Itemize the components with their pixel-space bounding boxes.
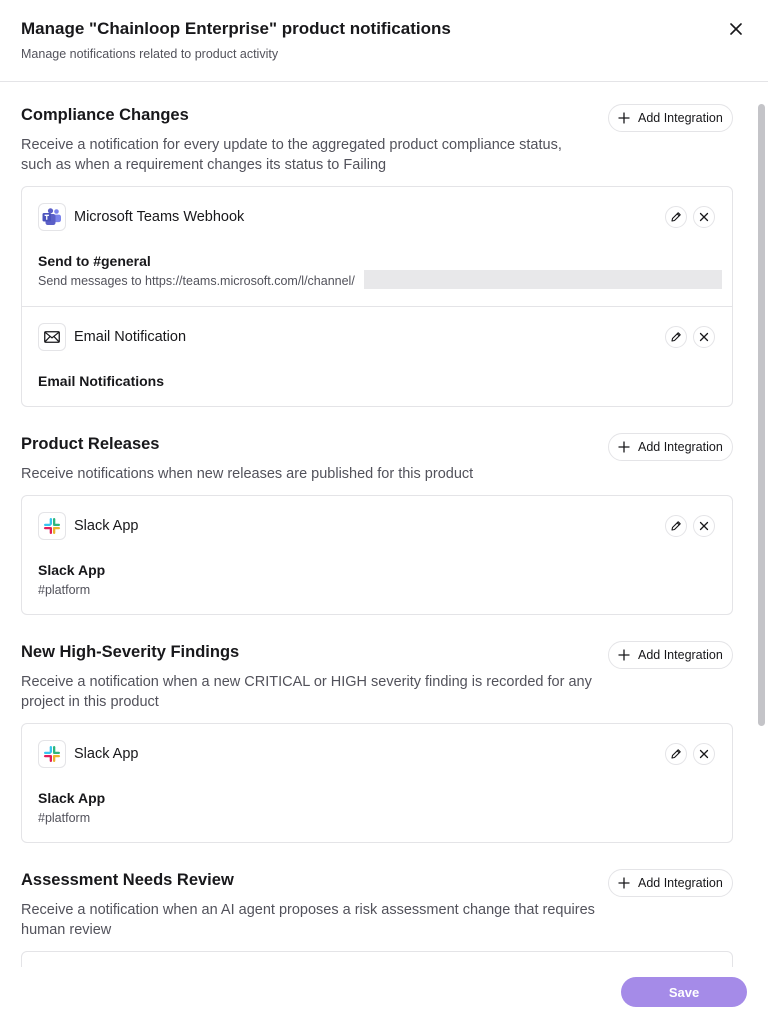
edit-integration-button[interactable] (665, 326, 687, 348)
section-high-severity-findings: New High-Severity Findings Add Integrati… (21, 641, 733, 843)
section-compliance-changes: Compliance Changes Add Integration Recei… (21, 104, 733, 408)
integration-item: Microsoft Teams Webhook Send to #general (22, 187, 732, 306)
close-icon (699, 749, 709, 759)
integration-target: Send to #general (38, 253, 151, 269)
integrations-card: Microsoft Teams Webhook Send to #general (21, 186, 733, 407)
section-title: Product Releases (21, 435, 160, 453)
slack-icon (38, 512, 66, 540)
dialog-subtitle: Manage notifications related to product … (21, 47, 279, 61)
section-description: Receive a notification when a new CRITIC… (21, 674, 592, 710)
integration-target: Slack App (38, 790, 106, 806)
integration-detail: #platform (38, 583, 91, 597)
add-integration-button[interactable]: Add Integration (608, 869, 733, 897)
integration-item: Email Notification Email Notifications (22, 306, 732, 406)
section-product-releases: Product Releases Add Integration Receive… (21, 433, 733, 615)
section-title: Compliance Changes (21, 106, 189, 124)
integration-item: Slack App Slack App #platform (22, 496, 732, 614)
close-icon (699, 521, 709, 531)
close-button[interactable] (724, 17, 748, 41)
add-integration-button[interactable]: Add Integration (608, 104, 733, 132)
integration-target: Slack App (38, 562, 106, 578)
pencil-icon (671, 749, 681, 759)
add-integration-label: Add Integration (638, 648, 723, 662)
edit-integration-button[interactable] (665, 743, 687, 765)
integrations-card: Slack App Slack App #platform (21, 723, 733, 843)
add-integration-button[interactable]: Add Integration (608, 641, 733, 669)
section-title: New High-Severity Findings (21, 643, 240, 661)
integration-detail: Send messages to https://teams.microsoft… (38, 274, 355, 288)
remove-integration-button[interactable] (693, 743, 715, 765)
remove-integration-button[interactable] (693, 326, 715, 348)
edit-integration-button[interactable] (665, 206, 687, 228)
integration-name: Slack App (74, 746, 139, 762)
plus-icon (618, 441, 630, 453)
section-description: Receive notifications when new releases … (21, 466, 474, 482)
close-icon (699, 212, 709, 222)
plus-icon (618, 649, 630, 661)
integration-target: Email Notifications (38, 373, 165, 389)
slack-icon (38, 740, 66, 768)
add-integration-label: Add Integration (638, 111, 723, 125)
remove-integration-button[interactable] (693, 515, 715, 537)
integration-name: Slack App (74, 518, 139, 534)
integrations-card (21, 951, 733, 967)
edit-integration-button[interactable] (665, 515, 687, 537)
notifications-scroll-area[interactable]: Compliance Changes Add Integration Recei… (0, 82, 768, 967)
close-icon (699, 332, 709, 342)
dialog-footer: Save (0, 967, 768, 1017)
integrations-card: Slack App Slack App #platform (21, 495, 733, 615)
mail-icon (38, 323, 66, 351)
close-icon (730, 23, 742, 35)
pencil-icon (671, 332, 681, 342)
section-title: Assessment Needs Review (21, 871, 234, 889)
section-description: Receive a notification when an AI agent … (21, 902, 595, 938)
remove-integration-button[interactable] (693, 206, 715, 228)
add-integration-label: Add Integration (638, 440, 723, 454)
redacted-block (364, 270, 722, 289)
notifications-dialog: Manage "Chainloop Enterprise" product no… (0, 0, 768, 1017)
pencil-icon (671, 521, 681, 531)
integration-name: Email Notification (74, 329, 187, 345)
plus-icon (618, 112, 630, 124)
microsoft-teams-icon (38, 203, 66, 231)
integration-name: Microsoft Teams Webhook (74, 209, 245, 225)
integration-item: Slack App Slack App #platform (22, 724, 732, 842)
dialog-header: Manage "Chainloop Enterprise" product no… (0, 0, 768, 82)
integration-detail: #platform (38, 811, 91, 825)
add-integration-label: Add Integration (638, 876, 723, 890)
section-assessment-needs-review: Assessment Needs Review Add Integration … (21, 869, 733, 967)
plus-icon (618, 877, 630, 889)
scrollbar-thumb[interactable] (758, 104, 765, 726)
save-button[interactable]: Save (621, 977, 747, 1007)
add-integration-button[interactable]: Add Integration (608, 433, 733, 461)
dialog-title: Manage "Chainloop Enterprise" product no… (21, 19, 451, 38)
section-description: Receive a notification for every update … (21, 137, 562, 173)
pencil-icon (671, 212, 681, 222)
